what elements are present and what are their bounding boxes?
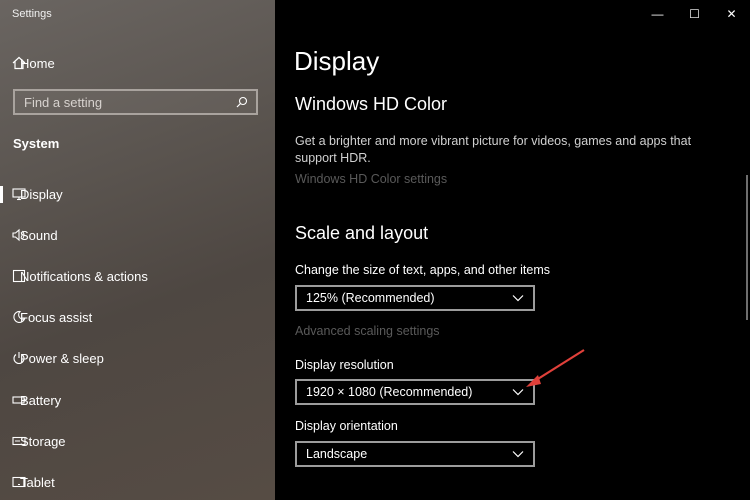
content-pane: — ☐ ✕ Display Windows HD Color Get a bri… — [275, 0, 750, 500]
close-button[interactable]: ✕ — [713, 0, 750, 28]
scrollbar[interactable] — [746, 175, 748, 320]
sidebar-item-label: Battery — [20, 392, 62, 408]
scale-label: Change the size of text, apps, and other… — [295, 263, 551, 277]
sidebar-item-label: Power & sleep — [20, 350, 104, 366]
search-icon[interactable] — [232, 96, 252, 108]
orientation-label: Display orientation — [295, 419, 398, 433]
sidebar-item-battery[interactable]: Battery — [0, 382, 275, 418]
sidebar-item-label: Display — [20, 186, 63, 202]
sidebar-item-focus-assist[interactable]: Focus assist — [0, 299, 275, 335]
sidebar-item-label: Storage — [20, 433, 66, 449]
window-controls: — ☐ ✕ — [639, 0, 750, 28]
advanced-scaling-link[interactable]: Advanced scaling settings — [295, 324, 440, 338]
chevron-down-icon — [511, 291, 525, 305]
search-input[interactable] — [15, 93, 232, 111]
chevron-down-icon — [511, 385, 525, 399]
hd-color-settings-link[interactable]: Windows HD Color settings — [295, 172, 447, 186]
sidebar-item-label: Sound — [20, 227, 58, 243]
scale-dropdown[interactable]: 125% (Recommended) — [295, 285, 535, 311]
sidebar-item-tablet[interactable]: Tablet — [0, 464, 275, 500]
sidebar-item-storage[interactable]: Storage — [0, 423, 275, 459]
resolution-dropdown[interactable]: 1920 × 1080 (Recommended) — [295, 379, 535, 405]
sidebar-item-power-sleep[interactable]: Power & sleep — [0, 340, 275, 376]
sidebar-item-sound[interactable]: Sound — [0, 217, 275, 253]
maximize-button[interactable]: ☐ — [676, 0, 713, 28]
search-box[interactable] — [13, 89, 258, 115]
minimize-button[interactable]: — — [639, 0, 676, 28]
hd-color-description: Get a brighter and more vibrant picture … — [295, 134, 692, 165]
sidebar-item-home[interactable]: Home — [0, 45, 275, 81]
orientation-dropdown[interactable]: Landscape — [295, 441, 535, 467]
section-title: System — [13, 136, 60, 151]
sidebar-item-label: Focus assist — [20, 309, 93, 325]
page-title: Display — [294, 46, 380, 76]
sidebar-item-label: Tablet — [20, 474, 55, 490]
sidebar-item-display[interactable]: Display — [0, 176, 275, 212]
sidebar-item-label: Notifications & actions — [20, 268, 148, 284]
hd-color-heading: Windows HD Color — [295, 94, 448, 114]
sidebar-item-notifications[interactable]: Notifications & actions — [0, 258, 275, 294]
orientation-value: Landscape — [306, 447, 368, 461]
scale-layout-heading: Scale and layout — [295, 223, 429, 243]
scale-value: 125% (Recommended) — [306, 291, 435, 305]
resolution-label: Display resolution — [295, 358, 394, 372]
app-title: Settings — [12, 8, 52, 20]
chevron-down-icon — [511, 447, 525, 461]
sidebar-item-label: Home — [20, 55, 55, 71]
resolution-value: 1920 × 1080 (Recommended) — [306, 385, 473, 399]
sidebar: Settings Home System Display Sound Notif… — [0, 0, 275, 500]
